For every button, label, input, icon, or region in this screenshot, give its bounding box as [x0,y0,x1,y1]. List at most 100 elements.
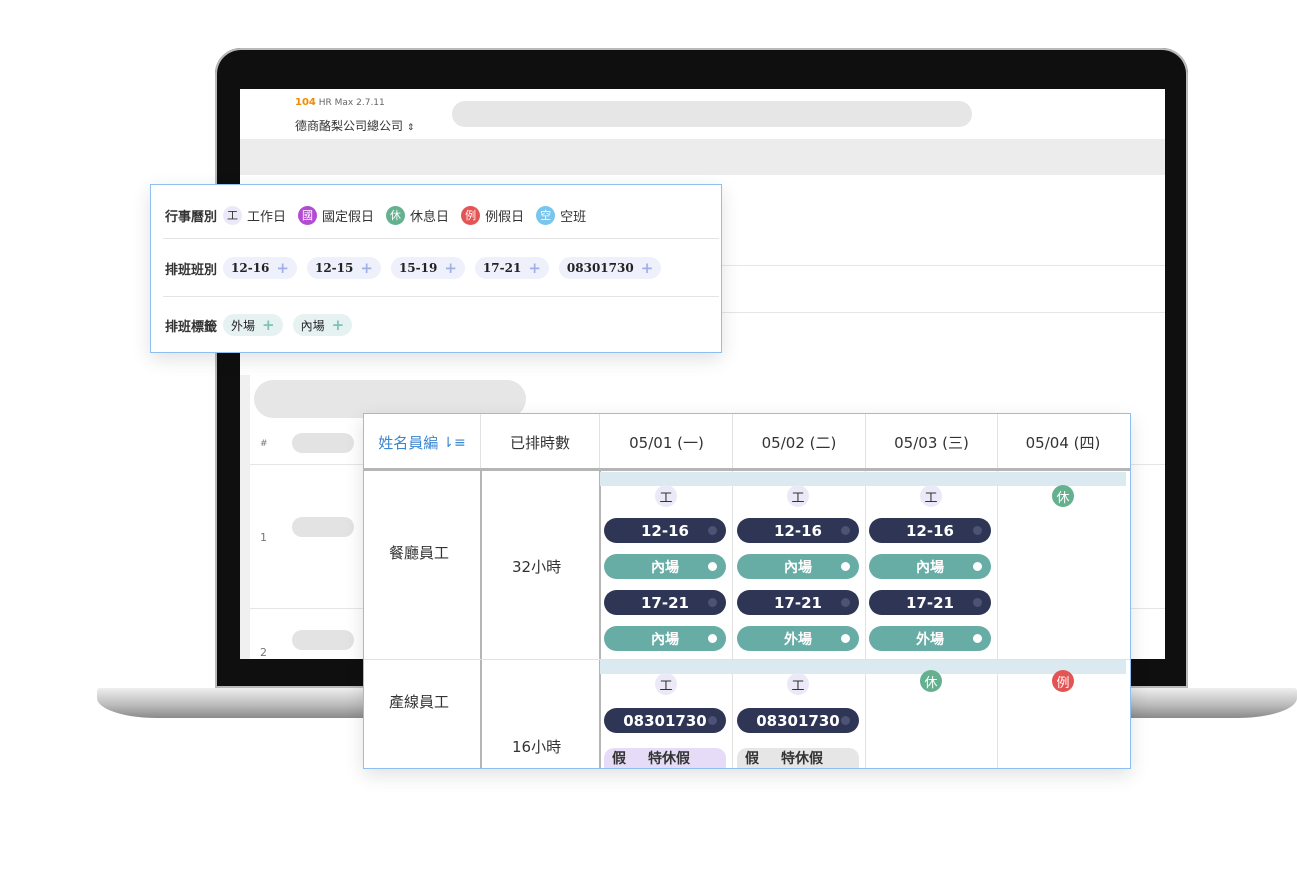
employee-name[interactable]: 產線員工 [389,691,449,712]
leave-mark: 假 [612,751,626,767]
status-dot-icon [841,562,850,571]
regular-holiday-icon: 例 [1052,670,1074,692]
status-dot-icon [841,526,850,535]
shift-label: 17-21 [906,593,954,612]
hours-column-header: 已排時數 [509,434,570,452]
status-dot-icon [841,634,850,643]
legend-empty-shift: 空 空班 [536,205,587,225]
legend-label: 國定假日 [322,209,375,225]
toolbar-placeholder [240,139,1165,175]
app-header: 104 HR Max 2.7.11 德商酪梨公司總公司 ⇕ [240,89,1165,139]
plus-icon[interactable]: + [332,316,345,334]
shift-chip-label: 15-19 [398,261,438,275]
leave-mark: 假 [745,751,759,767]
tag-pill[interactable]: 內場 [604,626,726,651]
legend-label: 空班 [560,209,587,225]
legend-national-holiday: 國 國定假日 [298,205,375,225]
day-header: 05/04 (四) [1025,434,1101,452]
shift-label: 12-16 [774,521,822,540]
shift-label: 12-16 [906,521,954,540]
shift-pill[interactable]: 12-16 [869,518,991,543]
name-column-header[interactable]: 姓名員編 ⇂≡ [364,414,480,471]
status-dot-icon [708,526,717,535]
row-number-header: # [260,439,268,449]
shift-pill[interactable]: 12-16 [604,518,726,543]
company-selector[interactable]: 德商酪梨公司總公司 ⇕ [295,117,414,134]
app-version: 2.7.11 [356,98,385,108]
plus-icon[interactable]: + [641,259,654,277]
shift-label: 17-21 [774,593,822,612]
legend-label: 例假日 [485,209,525,225]
brand-logo: 104 [295,97,316,108]
plus-icon[interactable]: + [276,259,289,277]
tag-pill[interactable]: 內場 [869,554,991,579]
legend-rest-day: 休 休息日 [386,205,449,225]
shift-chip-label: 12-16 [231,261,270,275]
row-number: 2 [260,646,267,659]
name-header-label: 姓名員編 [378,434,439,452]
tag-pill[interactable]: 內場 [737,554,859,579]
shift-label: 17-21 [641,593,689,612]
schedule-card: 姓名員編 ⇂≡ 已排時數 05/01 (一) 05/02 (二) 05/03 (… [363,413,1131,769]
shift-pill[interactable]: 17-21 [869,590,991,615]
header-divider [364,468,1130,471]
grid-line [599,414,600,471]
work-day-icon: 工 [920,485,942,507]
company-caret-icon: ⇕ [406,123,415,133]
grid-line [865,414,866,471]
shift-chip[interactable]: 12-16 + [223,257,297,279]
plus-icon[interactable]: + [262,316,275,334]
plus-icon[interactable]: + [528,259,541,277]
shift-pill[interactable]: 08301730 [604,708,726,733]
grid-line [480,414,481,471]
plus-icon[interactable]: + [444,259,457,277]
shift-pill[interactable]: 17-21 [737,590,859,615]
tag-chip[interactable]: 內場 + [292,314,353,336]
status-dot-icon [708,634,717,643]
tag-pill[interactable]: 內場 [604,554,726,579]
tag-pill[interactable]: 外場 [869,626,991,651]
brand-name: HR Max [318,98,354,108]
grid-line [732,414,733,471]
shift-chip[interactable]: 08301730 + [558,257,662,279]
work-day-icon: 工 [655,673,677,695]
shift-pill[interactable]: 08301730 [737,708,859,733]
divider [163,296,719,297]
brand: 104 HR Max 2.7.11 [295,97,385,108]
tag-legend-title: 排班標籤 [165,319,218,335]
rest-day-icon: 休 [1052,485,1074,507]
tag-pill[interactable]: 外場 [737,626,859,651]
plus-icon[interactable]: + [360,259,373,277]
employee-name[interactable]: 餐廳員工 [389,542,449,563]
leave-pill[interactable]: 假 特休假 [737,748,859,768]
row-placeholder [292,630,354,650]
shift-pill[interactable]: 12-16 [737,518,859,543]
shift-chip-label: 08301730 [566,261,634,275]
calendar-legend-row: 行事曆別 工 工作日 國 國定假日 休 休息日 例 例假日 空 空班 [165,188,598,242]
leave-label: 特休假 [648,751,690,767]
rest-day-icon: 休 [920,670,942,692]
national-holiday-icon: 國 [298,205,318,225]
status-dot-icon [841,716,850,725]
tag-chip[interactable]: 外場 + [223,314,283,336]
search-placeholder-bar[interactable] [452,101,972,127]
row-placeholder [292,517,354,537]
tag-chip-label: 內場 [300,318,325,333]
shift-chip[interactable]: 15-19 + [390,257,465,279]
leave-pill[interactable]: 假 特休假 [604,748,726,768]
employee-hours: 16小時 [512,738,562,756]
tag-label: 內場 [916,559,944,576]
company-name: 德商酪梨公司總公司 [295,119,404,133]
status-dot-icon [973,526,982,535]
shift-pill[interactable]: 17-21 [604,590,726,615]
rest-day-icon: 休 [386,205,406,225]
shift-chip[interactable]: 12-15 + [306,257,381,279]
sort-icon[interactable]: ⇂≡ [442,435,465,451]
shift-chip[interactable]: 17-21 + [474,257,549,279]
status-dot-icon [708,716,717,725]
employee-hours: 32小時 [512,558,562,576]
grid-line [865,471,866,768]
tag-legend-row: 排班標籤 外場 + 內場 + [165,298,362,352]
row-number: 1 [260,531,267,544]
day-strip [600,472,1126,486]
